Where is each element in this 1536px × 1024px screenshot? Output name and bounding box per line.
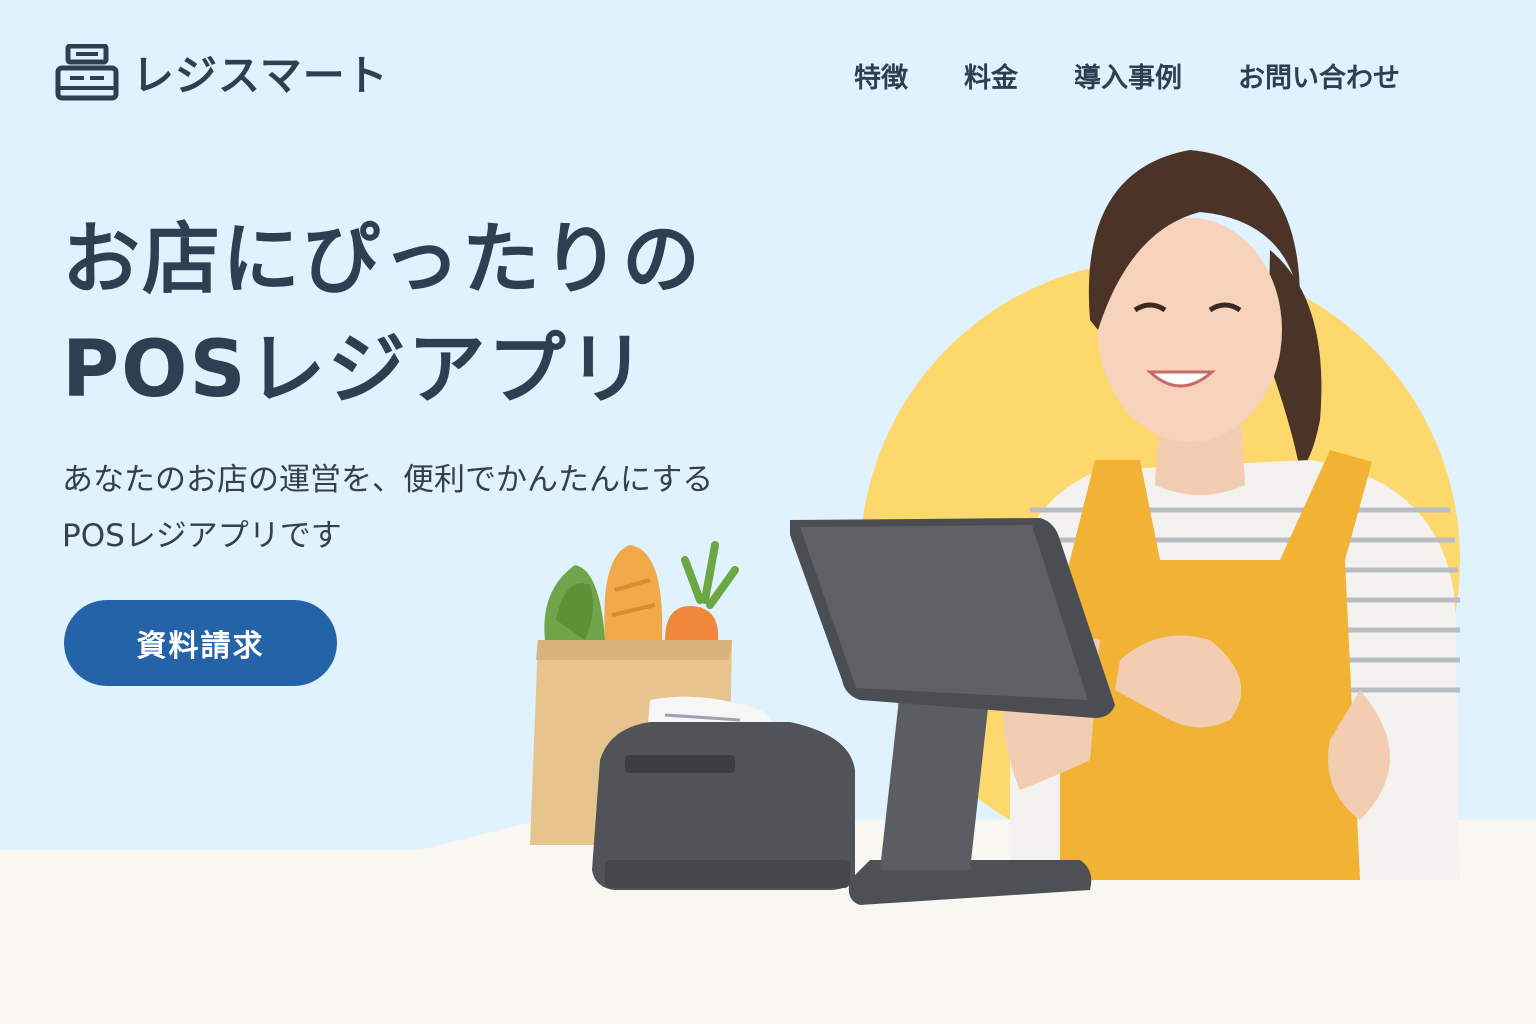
shop-clerk-illustration	[1002, 150, 1460, 880]
counter	[0, 820, 1536, 1024]
sun-circle	[860, 260, 1460, 860]
main-nav: 特徴 料金 導入事例 お問い合わせ	[854, 56, 1400, 95]
nav-item-pricing[interactable]: 料金	[964, 56, 1018, 95]
hero-title: お店にぴったりの POSレジアプリ	[62, 205, 702, 425]
hero-subtitle-line-2: POSレジアプリです	[62, 518, 342, 554]
nav-item-case-studies[interactable]: 導入事例	[1074, 56, 1182, 95]
grocery-bag-illustration	[530, 541, 739, 845]
brand-name: レジスマート	[132, 51, 389, 100]
nav-item-contact[interactable]: お問い合わせ	[1238, 56, 1400, 95]
hero-title-line-1: お店にぴったりの	[62, 215, 703, 305]
request-materials-button[interactable]: 資料請求	[64, 600, 337, 686]
apron	[1060, 450, 1372, 880]
cash-register-icon	[55, 43, 119, 100]
nav-item-features[interactable]: 特徴	[854, 56, 908, 95]
hero-subtitle: あなたのお店の運営を、便利でかんたんにする POSレジアプリです	[62, 452, 713, 564]
brand-logo[interactable]: レジスマート	[54, 42, 389, 103]
receipt-printer-illustration	[592, 696, 855, 890]
pos-tablet-illustration	[790, 518, 1115, 905]
hero-title-line-2: POSレジアプリ	[62, 325, 648, 415]
hero-subtitle-line-1: あなたのお店の運営を、便利でかんたんにする	[62, 462, 714, 498]
